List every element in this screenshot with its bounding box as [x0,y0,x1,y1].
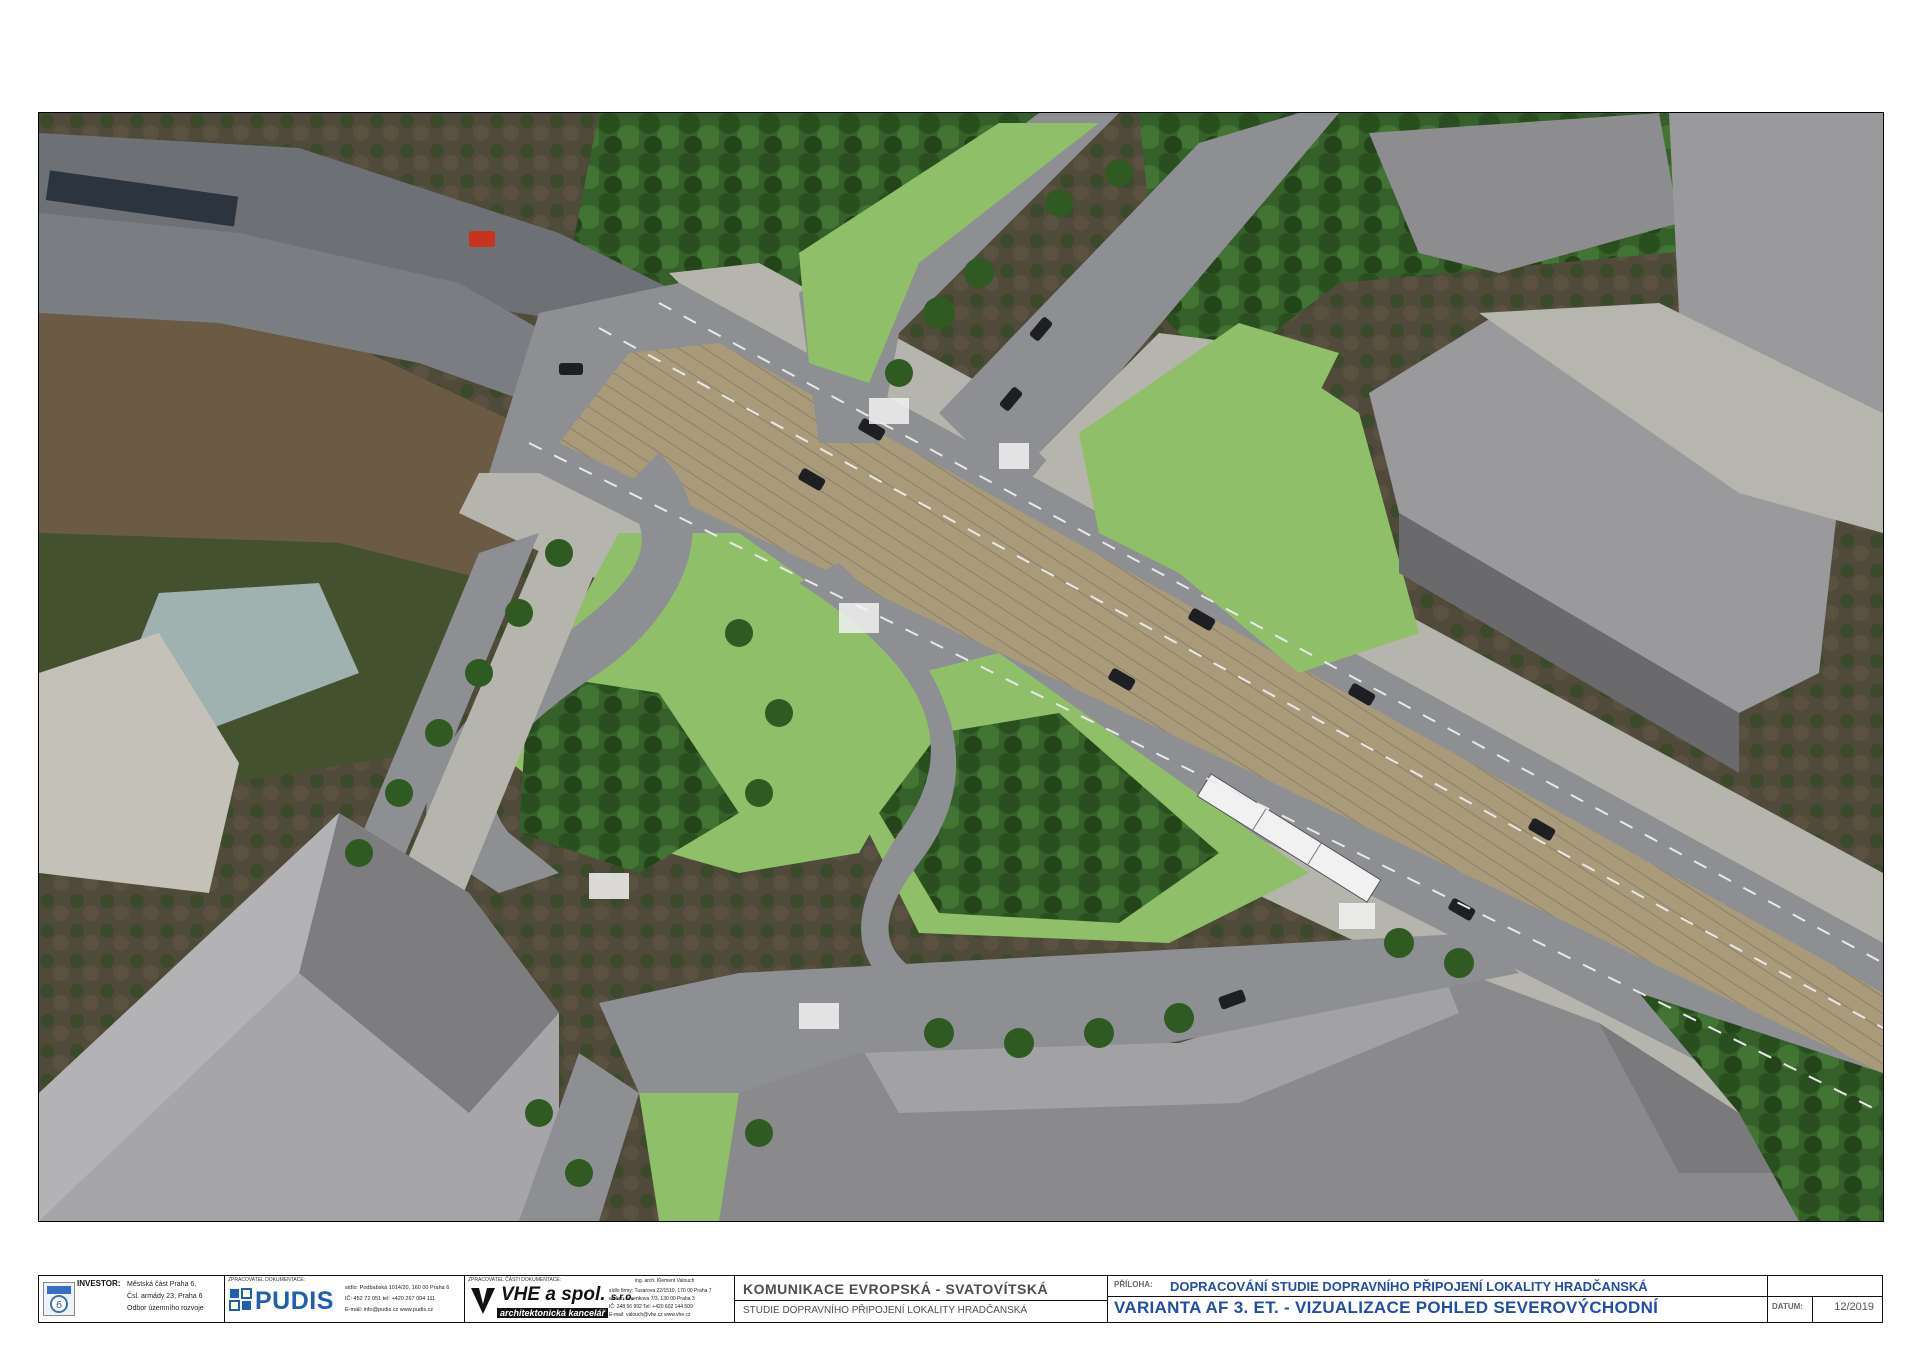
vhe-addr-4: E-mail: valouch@vhe.cz www.vhe.cz [609,1312,691,1318]
svg-text:6: 6 [56,1300,62,1311]
pudis-addr-3: E-mail: info@pudis.cz www.pudis.cz [345,1307,434,1313]
date-separator [1812,1296,1813,1322]
pudis-cell: ZPRACOVATEL DOKUMENTACE: PUDIS sídlo: Po… [225,1276,465,1322]
attachment-study: DOPRACOVÁNÍ STUDIE DOPRAVNÍHO PŘIPOJENÍ … [1170,1279,1648,1294]
vhe-tagline: architektonická kancelář [497,1308,609,1318]
project-cell: KOMUNIKACE EVROPSKÁ - SVATOVÍTSKÁ STUDIE… [735,1276,1108,1322]
praha6-logo-icon: 6 [43,1282,75,1316]
project-divider [735,1300,1107,1301]
vhe-logo-icon [469,1286,497,1316]
project-subtitle: STUDIE DOPRAVNÍHO PŘIPOJENÍ LOKALITY HRA… [743,1305,1028,1316]
pudis-addr-1: sídlo: Podbabská 1014/20, 160 00 Praha 6 [345,1285,450,1291]
attachment-label: PŘÍLOHA: [1114,1280,1153,1289]
vhe-addr-2: atelier: Jesenkova 7/3, 130 00 Praha 3 [609,1296,695,1302]
date-cell: DATUM: 12/2019 [1768,1276,1882,1322]
date-value: 12/2019 [1834,1301,1874,1313]
pudis-caption: ZPRACOVATEL DOKUMENTACE: [228,1277,306,1283]
investor-line-2: Čsl. armády 23, Praha 6 [127,1293,203,1300]
pudis-addr-2: IČ: 452 72 051 tel: +420 267 004 111 [345,1296,436,1302]
date-divider [1768,1296,1882,1297]
date-label: DATUM: [1772,1302,1803,1311]
investor-line-1: Městská část Praha 6, [127,1281,197,1288]
vhe-addr-3: IČ: 248 56 992 Tel: +420 602 144 509 [609,1304,693,1310]
vhe-caption: ZPRACOVATEL ČÁSTI DOKUMENTACE: [468,1277,562,1283]
vhe-addr-1: sídlo firmy: Tusarova 22/1510, 170 00 Pr… [609,1288,712,1294]
attachment-divider [1108,1296,1767,1297]
vhe-contact-person: ing. arch. Klement Valouch [635,1278,695,1284]
investor-label: INVESTOR: [77,1279,121,1288]
aerial-visualization [38,112,1884,1222]
pudis-logo-icon [229,1288,253,1312]
investor-cell: 6 INVESTOR: Městská část Praha 6, Čsl. a… [39,1276,225,1322]
vhe-cell: ZPRACOVATEL ČÁSTI DOKUMENTACE: VHE a spo… [465,1276,735,1322]
pudis-name: PUDIS [255,1287,334,1315]
project-title: KOMUNIKACE EVROPSKÁ - SVATOVÍTSKÁ [743,1281,1049,1297]
investor-line-3: Odbor územního rozvoje [127,1305,204,1312]
attachment-variant: VARIANTA AF 3. ET. - VIZUALIZACE POHLED … [1114,1298,1659,1317]
attachment-cell: PŘÍLOHA: DOPRACOVÁNÍ STUDIE DOPRAVNÍHO P… [1108,1276,1768,1322]
title-block: 6 INVESTOR: Městská část Praha 6, Čsl. a… [38,1275,1883,1323]
